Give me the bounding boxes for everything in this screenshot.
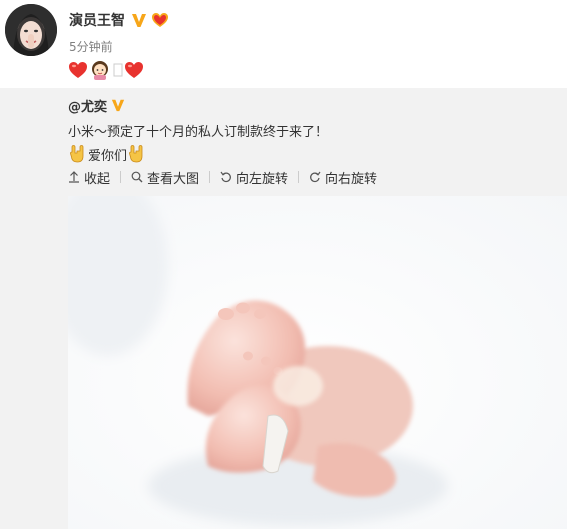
repost-author-row: @尤奕: [68, 96, 125, 115]
rock-hand-icon: [129, 145, 143, 163]
collapse-icon: [69, 171, 79, 183]
post-time[interactable]: 5分钟前: [69, 38, 113, 55]
rotate-left-label: 向左旋转: [236, 171, 289, 187]
rotate-left-icon: [220, 171, 231, 183]
view-large-button[interactable]: 查看大图: [131, 168, 199, 187]
collapse-button[interactable]: 收起: [68, 168, 110, 187]
verified-v-icon[interactable]: [111, 98, 125, 112]
photo-image: [68, 196, 567, 529]
rotate-right-label: 向右旋转: [325, 171, 378, 187]
post-header: 演员王智 5分钟前: [0, 0, 567, 88]
author-avatar[interactable]: [5, 4, 57, 56]
toolbar-divider: [298, 171, 300, 183]
repost-text: 小米～预定了十个月的私人订制款终于来了！: [68, 125, 329, 140]
fans-level-icon[interactable]: [151, 12, 169, 28]
rotate-left-button[interactable]: 向左旋转: [220, 168, 288, 187]
repost-author-mention[interactable]: @尤奕: [68, 96, 107, 115]
rock-hand-icon: [70, 145, 84, 163]
placeholder-glyph-icon: [113, 63, 123, 77]
reposted-content: @尤奕 小米～预定了十个月的私人订制款终于来了！ 爱你们 收起 查看大图 向左旋…: [0, 88, 567, 529]
rotate-right-button[interactable]: 向右旋转: [309, 168, 377, 187]
heart-icon: [69, 62, 87, 78]
love-row: 爱你们: [68, 144, 147, 164]
author-row: 演员王智: [69, 10, 169, 30]
baby-feet-photo[interactable]: [68, 196, 567, 529]
love-text: 爱你们: [88, 148, 128, 164]
author-name[interactable]: 演员王智: [69, 10, 125, 30]
verified-v-icon[interactable]: [131, 12, 147, 28]
girl-emoji-icon: [92, 61, 108, 80]
view-large-label: 查看大图: [147, 171, 200, 187]
image-toolbar: 收起 查看大图 向左旋转 向右旋转: [68, 168, 377, 187]
search-icon: [131, 171, 143, 183]
rotate-right-icon: [310, 171, 321, 183]
collapse-label: 收起: [84, 171, 111, 187]
emoji-row: [68, 60, 144, 80]
heart-icon: [125, 62, 143, 78]
toolbar-divider: [209, 171, 211, 183]
toolbar-divider: [120, 171, 122, 183]
avatar-image: [5, 4, 57, 56]
